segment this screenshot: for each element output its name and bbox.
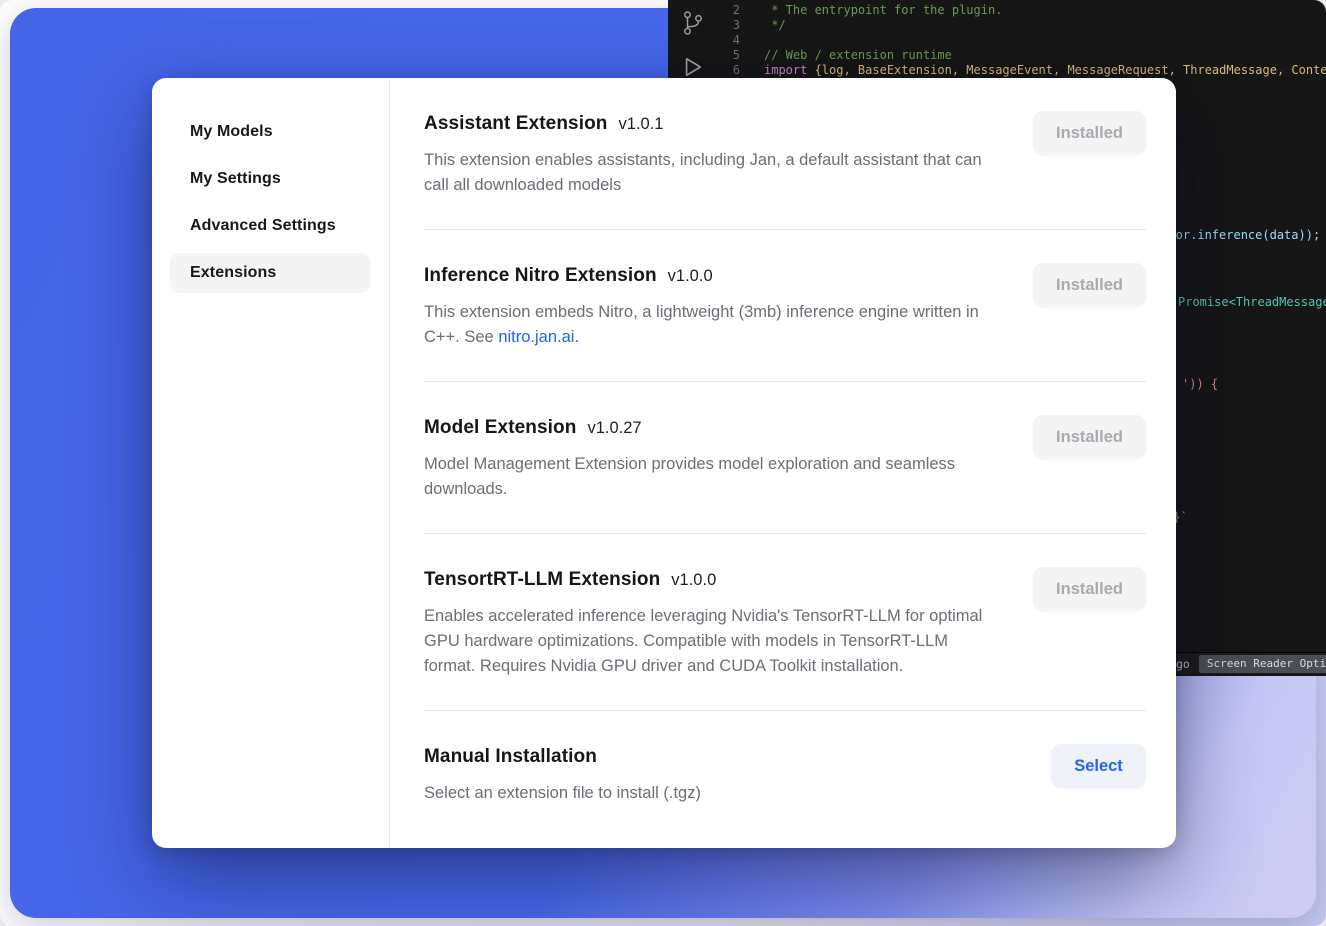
- code-fragment: rator.inference(data));: [1154, 228, 1320, 243]
- installed-button[interactable]: Installed: [1033, 415, 1146, 459]
- extension-name: Assistant Extension: [424, 113, 608, 135]
- settings-sidebar: My Models My Settings Advanced Settings …: [152, 78, 390, 848]
- code-line: 2 * The entrypoint for the plugin.: [668, 3, 1326, 18]
- extension-version: v1.0.0: [668, 267, 713, 286]
- sidebar-item-advanced-settings[interactable]: Advanced Settings: [170, 206, 371, 246]
- extensions-panel: Assistant Extension v1.0.1 This extensio…: [390, 78, 1176, 848]
- screen-reader-badge[interactable]: Screen Reader Optimized: [1199, 655, 1326, 673]
- extension-title: TensortRT-LLM Extension v1.0.0: [424, 569, 1002, 591]
- line-number: 6: [668, 63, 740, 78]
- extension-version: v1.0.1: [619, 115, 664, 134]
- code-text: // Web / extension runtime: [740, 48, 952, 63]
- code-fragment: ')) {: [1182, 377, 1218, 392]
- manual-installation-section: Manual Installation Select an extension …: [424, 711, 1146, 837]
- import-symbols: {log, BaseExtension, MessageEvent, Messa…: [815, 63, 1326, 77]
- extension-name: TensortRT-LLM Extension: [424, 569, 660, 591]
- extension-version: v1.0.0: [671, 571, 716, 590]
- extension-item-model: Model Extension v1.0.27 Model Management…: [424, 382, 1146, 534]
- line-number: 3: [668, 18, 740, 33]
- installed-button[interactable]: Installed: [1033, 567, 1146, 611]
- extension-title: Assistant Extension v1.0.1: [424, 113, 1002, 135]
- code-line: 5 // Web / extension runtime: [668, 48, 1326, 63]
- extension-title: Model Extension v1.0.27: [424, 417, 1002, 439]
- line-number: 2: [668, 3, 740, 18]
- status-text: go: [1176, 657, 1190, 671]
- extension-item-tensorrt: TensortRT-LLM Extension v1.0.0 Enables a…: [424, 534, 1146, 711]
- extension-description: This extension embeds Nitro, a lightweig…: [424, 300, 1002, 350]
- extension-name: Inference Nitro Extension: [424, 265, 657, 287]
- line-number: 4: [668, 33, 740, 48]
- sidebar-item-my-models[interactable]: My Models: [170, 112, 371, 152]
- extension-title: Inference Nitro Extension v1.0.0: [424, 265, 1002, 287]
- code-text: [740, 33, 764, 48]
- extension-name: Model Extension: [424, 417, 576, 439]
- sidebar-item-extensions[interactable]: Extensions: [170, 253, 371, 293]
- extension-description: Enables accelerated inference leveraging…: [424, 604, 1002, 679]
- desktop-background: 2 * The entrypoint for the plugin. 3 */ …: [0, 0, 1326, 926]
- extension-version: v1.0.27: [587, 419, 641, 438]
- manual-installation-description: Select an extension file to install (.tg…: [424, 781, 701, 806]
- extension-description: This extension enables assistants, inclu…: [424, 148, 1002, 198]
- extension-item-assistant: Assistant Extension v1.0.1 This extensio…: [424, 78, 1146, 230]
- installed-button[interactable]: Installed: [1033, 111, 1146, 155]
- code-fragment: Promise<ThreadMessage>: [1178, 295, 1326, 310]
- installed-button[interactable]: Installed: [1033, 263, 1146, 307]
- line-number: 5: [668, 48, 740, 63]
- import-keyword: import: [764, 63, 815, 77]
- code-line: 3 */: [668, 18, 1326, 33]
- select-file-button[interactable]: Select: [1051, 744, 1146, 788]
- manual-installation-title: Manual Installation: [424, 746, 701, 768]
- section-title: Manual Installation: [424, 746, 597, 768]
- code-line-import: 6 import {log, BaseExtension, MessageEve…: [668, 63, 1326, 78]
- code-area: 2 * The entrypoint for the plugin. 3 */ …: [668, 3, 1326, 78]
- code-text: * The entrypoint for the plugin.: [740, 3, 1002, 18]
- extension-description: Model Management Extension provides mode…: [424, 452, 1002, 502]
- extension-item-nitro: Inference Nitro Extension v1.0.0 This ex…: [424, 230, 1146, 382]
- code-line: 4: [668, 33, 1326, 48]
- sidebar-item-my-settings[interactable]: My Settings: [170, 159, 371, 199]
- nitro-jan-ai-link[interactable]: nitro.jan.ai.: [498, 328, 579, 346]
- settings-modal: My Models My Settings Advanced Settings …: [152, 78, 1176, 848]
- code-text: */: [740, 18, 786, 33]
